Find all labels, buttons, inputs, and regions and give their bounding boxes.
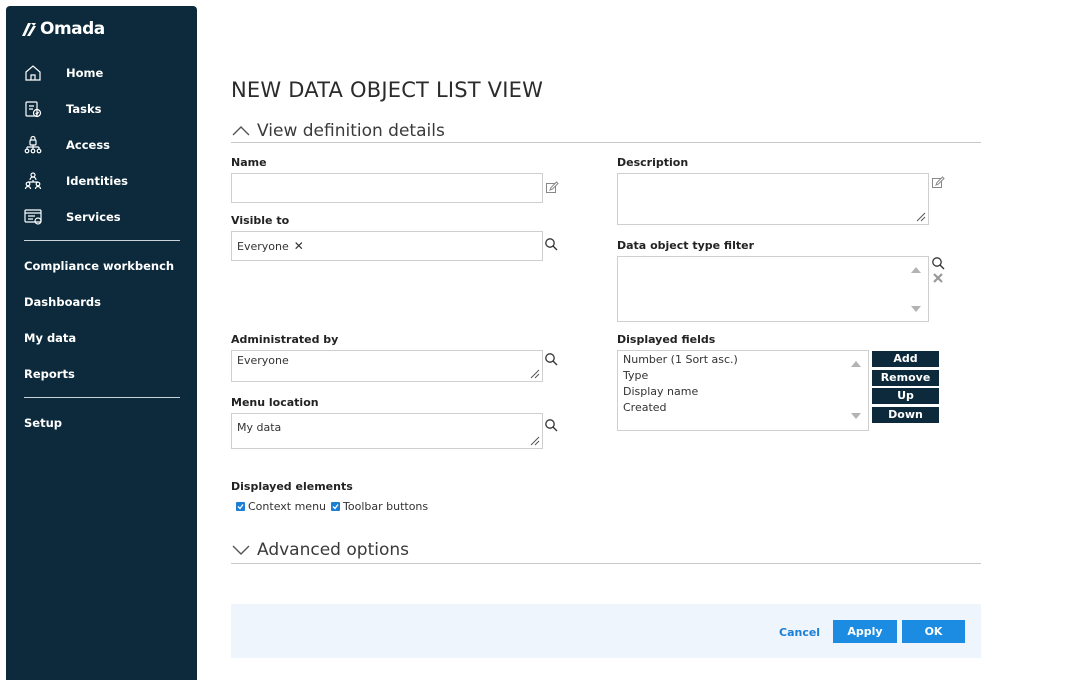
section-header-advanced-options[interactable]: Advanced options	[231, 537, 981, 564]
menu-location-input[interactable]: My data	[231, 413, 543, 449]
sidebar-item-access[interactable]: Access	[22, 132, 110, 158]
tasks-icon	[22, 98, 44, 120]
menu-location-label: Menu location	[231, 396, 319, 409]
administrated-by-input[interactable]: Everyone	[231, 350, 543, 382]
visible-to-label: Visible to	[231, 214, 290, 227]
scroll-up-arrow-icon[interactable]	[851, 361, 861, 367]
chip-label: Everyone	[237, 239, 289, 253]
resize-handle-icon[interactable]	[530, 369, 540, 379]
sidebar-item-home[interactable]: Home	[22, 60, 103, 86]
section-title: Advanced options	[257, 540, 409, 560]
sidebar-item-identities[interactable]: Identities	[22, 168, 128, 194]
displayed-fields-label: Displayed fields	[617, 333, 716, 346]
resize-handle-icon[interactable]	[530, 436, 540, 446]
checkmark-icon	[332, 504, 339, 510]
name-input[interactable]	[231, 173, 543, 203]
search-icon[interactable]	[931, 256, 945, 270]
move-up-button[interactable]: Up	[872, 388, 939, 404]
list-item[interactable]: Number (1 Sort asc.)	[618, 352, 868, 368]
sidebar-item-label: Identities	[66, 174, 129, 188]
edit-icon[interactable]	[931, 176, 945, 190]
toolbar-buttons-label[interactable]: Toolbar buttons	[343, 500, 428, 513]
displayed-elements-options: Context menu Toolbar buttons	[236, 500, 433, 513]
checkmark-icon	[237, 504, 244, 510]
move-down-button[interactable]: Down	[872, 407, 939, 423]
sidebar-item-services[interactable]: Services	[22, 204, 121, 230]
scroll-down-arrow-icon[interactable]	[851, 413, 861, 419]
sidebar-item-label: Services	[66, 210, 121, 224]
context-menu-label[interactable]: Context menu	[248, 500, 326, 513]
edit-icon[interactable]	[545, 181, 559, 195]
services-icon	[22, 206, 44, 228]
identities-icon	[22, 170, 44, 192]
visible-to-input[interactable]: Everyone ✕	[231, 231, 543, 261]
sidebar-link-compliance-workbench[interactable]: Compliance workbench	[24, 259, 174, 273]
description-textarea[interactable]	[617, 173, 929, 225]
chevron-up-icon	[232, 125, 250, 135]
sidebar-divider	[24, 240, 180, 241]
sidebar-link-dashboards[interactable]: Dashboards	[24, 295, 101, 309]
toolbar-buttons-checkbox[interactable]	[331, 502, 341, 511]
ok-button[interactable]: OK	[902, 620, 965, 643]
type-filter-list[interactable]	[617, 256, 929, 322]
sidebar-item-label: Access	[66, 138, 111, 152]
section-header-view-definition[interactable]: View definition details	[231, 119, 981, 143]
type-filter-label: Data object type filter	[617, 239, 754, 252]
apply-button[interactable]: Apply	[833, 620, 897, 643]
access-icon	[22, 134, 44, 156]
sidebar-divider	[24, 397, 180, 398]
section-title: View definition details	[257, 120, 445, 141]
search-icon[interactable]	[544, 352, 558, 366]
search-icon[interactable]	[544, 237, 558, 251]
list-item[interactable]: Type	[618, 368, 868, 384]
resize-handle-icon[interactable]	[916, 212, 926, 222]
administrated-by-label: Administrated by	[231, 333, 339, 346]
scroll-down-arrow-icon[interactable]	[911, 306, 921, 312]
name-label: Name	[231, 156, 267, 169]
sidebar-link-my-data[interactable]: My data	[24, 331, 76, 345]
omada-logo[interactable]: Omada	[20, 18, 105, 40]
sidebar-link-setup[interactable]: Setup	[24, 416, 62, 430]
omada-logo-icon	[22, 23, 36, 36]
menu-location-value: My data	[237, 421, 282, 434]
sidebar-link-reports[interactable]: Reports	[24, 367, 75, 381]
context-menu-checkbox[interactable]	[236, 502, 245, 511]
sidebar-item-label: Tasks	[66, 102, 102, 116]
administrated-by-value: Everyone	[237, 354, 289, 367]
remove-chip-icon[interactable]: ✕	[294, 239, 304, 253]
displayed-elements-label: Displayed elements	[231, 480, 353, 493]
description-label: Description	[617, 156, 689, 169]
list-item[interactable]: Display name	[618, 384, 868, 400]
search-icon[interactable]	[544, 418, 558, 432]
sidebar-item-tasks[interactable]: Tasks	[22, 96, 101, 122]
clear-icon[interactable]	[931, 271, 945, 285]
sidebar: Omada Home Tasks Access Identities Servi…	[6, 6, 197, 680]
add-field-button[interactable]: Add	[872, 351, 939, 367]
visible-to-chip: Everyone ✕	[237, 239, 304, 253]
page-title: NEW DATA OBJECT LIST VIEW	[231, 78, 544, 102]
home-icon	[22, 62, 44, 84]
chevron-down-icon	[232, 545, 250, 555]
brand-name: Omada	[40, 19, 105, 39]
remove-field-button[interactable]: Remove	[872, 370, 939, 386]
cancel-button[interactable]: Cancel	[779, 626, 820, 639]
list-item[interactable]: Created	[618, 400, 868, 416]
sidebar-item-label: Home	[66, 66, 104, 80]
displayed-fields-list[interactable]: Number (1 Sort asc.) Type Display name C…	[617, 350, 869, 431]
scroll-up-arrow-icon[interactable]	[911, 267, 921, 273]
